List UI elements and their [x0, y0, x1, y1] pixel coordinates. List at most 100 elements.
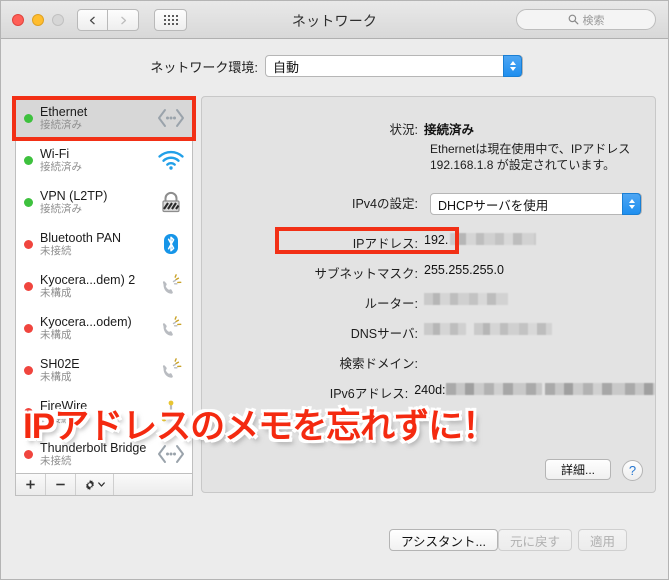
- revert-button: 元に戻す: [498, 529, 573, 551]
- add-service-button[interactable]: [16, 474, 46, 495]
- detail-value: [424, 293, 508, 307]
- advanced-button[interactable]: 詳細...: [545, 459, 611, 480]
- modem-icon: [162, 358, 182, 378]
- detail-row: DNSサーバ:: [202, 323, 655, 342]
- status-value: 接続済み: [424, 123, 475, 137]
- service-name: Kyocera...odem): [40, 314, 132, 329]
- modem-icon: [162, 274, 182, 294]
- service-text: VPN (L2TP) 接続済み: [40, 189, 154, 216]
- service-icon-wrap: [154, 230, 188, 258]
- service-text: Wi-Fi 接続済み: [40, 147, 154, 174]
- network-environment-select[interactable]: 自動: [265, 55, 523, 77]
- search-icon: [568, 14, 578, 25]
- redacted-value-block: [545, 383, 655, 395]
- status-dot-disconnected: [24, 281, 33, 291]
- network-preferences-window: ネットワーク 検索 ネットワーク環境: 自動 Ethernet 接続済み Wi-Fi…: [0, 0, 669, 580]
- window-titlebar: ネットワーク 検索: [1, 1, 668, 39]
- service-status: 未構成: [40, 370, 72, 383]
- service-list-item[interactable]: Kyocera...odem) 未構成: [16, 307, 192, 349]
- service-status: 接続済み: [40, 160, 82, 173]
- detail-label: IPアドレス:: [352, 237, 418, 251]
- service-status: 未構成: [40, 328, 72, 341]
- stepper-arrows-icon[interactable]: [503, 55, 522, 77]
- ipv4-config-value: DHCPサーバを使用: [438, 198, 549, 213]
- status-description: Ethernetは現在使用中で、IPアドレス 192.168.1.8 が設定され…: [430, 142, 631, 172]
- ipv4-config-label: IPv4の設定:: [352, 197, 418, 211]
- apply-button: 適用: [578, 529, 628, 551]
- detail-row: サブネットマスク: 255.255.255.0: [202, 263, 655, 282]
- service-list-item[interactable]: SH02E 未構成: [16, 349, 192, 391]
- service-icon-wrap: [154, 314, 188, 342]
- plus-icon: [26, 480, 35, 489]
- bluetooth-icon: [164, 234, 178, 254]
- service-icon-wrap: [154, 104, 188, 132]
- redacted-value-block: [450, 233, 537, 245]
- toolbar-filler: [114, 474, 192, 495]
- service-name: SH02E: [40, 356, 80, 371]
- minus-icon: [56, 483, 65, 486]
- help-button[interactable]: ?: [622, 460, 643, 481]
- detail-value-text: 240d:: [414, 383, 446, 397]
- ipv4-config-row: IPv4の設定: DHCPサーバを使用: [202, 193, 655, 215]
- service-text: Kyocera...odem) 未構成: [40, 315, 154, 342]
- redacted-value-block: [424, 323, 466, 335]
- detail-value: 240d:: [414, 383, 655, 397]
- service-name: Kyocera...dem) 2: [40, 272, 136, 287]
- status-dot-disconnected: [24, 449, 33, 459]
- ethernet-icon: [158, 109, 184, 127]
- service-list-item[interactable]: Kyocera...dem) 2 未構成: [16, 265, 192, 307]
- status-dot-disconnected: [24, 365, 33, 375]
- detail-row: IPアドレス: 192.: [202, 233, 655, 252]
- detail-value: 192.: [424, 233, 537, 247]
- service-actions-menu-button[interactable]: [76, 474, 114, 495]
- status-dot-connected: [24, 155, 33, 165]
- gear-icon: [86, 479, 94, 490]
- service-list-item[interactable]: Bluetooth PAN 未接続: [16, 223, 192, 265]
- annotation-callout-text: IPアドレスのメモを忘れずに！: [23, 407, 497, 446]
- assistant-button[interactable]: アシスタント...: [389, 529, 498, 551]
- detail-value-text: 192.: [424, 233, 449, 247]
- network-environment-value: 自動: [273, 59, 300, 75]
- status-dot-connected: [24, 197, 33, 207]
- detail-value-text: 255.255.255.0: [424, 263, 504, 277]
- remove-service-button[interactable]: [46, 474, 76, 495]
- service-text: Ethernet 接続済み: [40, 105, 154, 132]
- service-name: VPN (L2TP): [40, 188, 108, 203]
- redacted-value-block: [445, 383, 542, 395]
- detail-label: DNSサーバ:: [350, 327, 418, 341]
- service-list-item[interactable]: Wi-Fi 接続済み: [16, 139, 192, 181]
- ipv4-config-select[interactable]: DHCPサーバを使用: [430, 193, 642, 215]
- service-name: Bluetooth PAN: [40, 230, 122, 245]
- network-environment-label: ネットワーク環境:: [150, 59, 258, 75]
- status-dot-connected: [24, 113, 33, 123]
- service-name: Ethernet: [40, 104, 88, 119]
- status-dot-disconnected: [24, 323, 33, 333]
- network-environment-row: ネットワーク環境: 自動: [1, 49, 668, 83]
- redacted-value-block: [474, 323, 552, 335]
- stepper-arrows-icon[interactable]: [622, 193, 641, 215]
- status-row: 状況: 接続済み: [202, 119, 655, 138]
- detail-label: ルーター:: [364, 297, 418, 311]
- service-text: Bluetooth PAN 未接続: [40, 231, 154, 258]
- status-label: 状況:: [389, 123, 418, 137]
- service-status: 接続済み: [40, 202, 82, 215]
- search-placeholder: 検索: [582, 14, 605, 27]
- wifi-icon: [158, 150, 184, 170]
- chevron-down-icon: [98, 482, 105, 487]
- service-icon-wrap: [154, 272, 188, 300]
- service-status: 未接続: [40, 244, 72, 257]
- search-input[interactable]: 検索: [516, 9, 656, 30]
- service-list-toolbar: [15, 474, 193, 496]
- service-text: SH02E 未構成: [40, 357, 154, 384]
- detail-label: サブネットマスク:: [314, 267, 418, 281]
- status-dot-disconnected: [24, 239, 33, 249]
- detail-label: 検索ドメイン:: [339, 357, 418, 371]
- detail-value: 255.255.255.0: [424, 263, 504, 277]
- vpn-lock-icon: [162, 191, 180, 213]
- detail-value: [424, 323, 560, 337]
- service-icon-wrap: [154, 188, 188, 216]
- modem-icon: [162, 316, 182, 336]
- service-list-item[interactable]: Ethernet 接続済み: [16, 97, 192, 139]
- service-status: 未接続: [40, 454, 72, 467]
- service-list-item[interactable]: VPN (L2TP) 接続済み: [16, 181, 192, 223]
